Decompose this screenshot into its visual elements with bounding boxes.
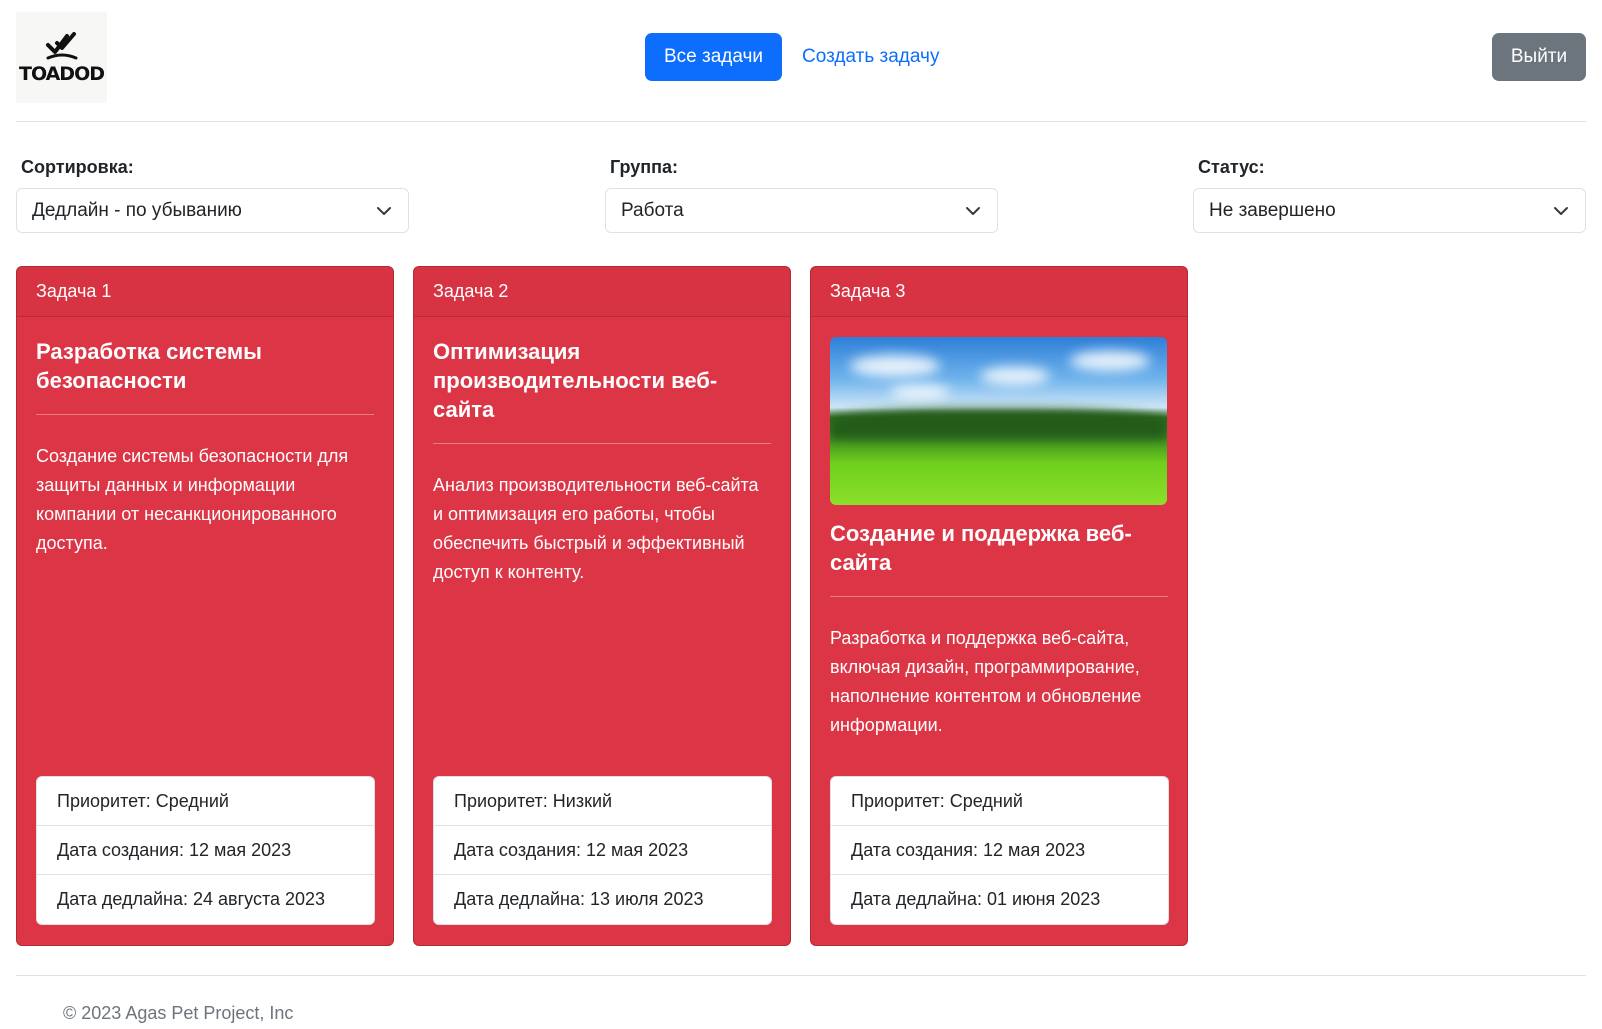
card-header: Задача 3 [811,267,1187,317]
task-image [830,337,1167,505]
deadline-item: Дата дедлайна: 13 июля 2023 [454,889,704,909]
chevron-down-icon [377,206,391,215]
card-body: Оптимизация производительности веб-сайта… [414,317,790,587]
group-select[interactable]: Работа [605,188,998,233]
card-header: Задача 2 [414,267,790,317]
task-card[interactable]: Задача 1 Разработка системы безопасности… [16,266,394,946]
footer-divider [16,975,1586,976]
card-details-list: Приоритет: Средний Дата создания: 12 мая… [830,776,1169,925]
chevron-down-icon [966,206,980,215]
card-description: Разработка и поддержка веб-сайта, включа… [830,628,1142,735]
card-header: Задача 1 [17,267,393,317]
card-details-list: Приоритет: Низкий Дата создания: 12 мая … [433,776,772,925]
status-filter: Статус: Не завершено [1193,155,1586,233]
main-nav: Все задачи Создать задачу [645,33,939,81]
deadline-item: Дата дедлайна: 24 августа 2023 [57,889,326,909]
priority-item: Приоритет: Низкий [434,777,771,826]
status-select-value: Не завершено [1209,199,1336,221]
logo[interactable]: TOADOD [16,12,107,103]
card-description: Создание системы безопасности для защиты… [36,446,349,553]
priority-item: Приоритет: Средний [831,777,1168,826]
card-details-list: Приоритет: Средний Дата создания: 12 мая… [36,776,375,925]
group-select-value: Работа [621,199,684,221]
sort-label: Сортировка: [21,157,134,177]
logo-text: TOADOD [18,62,105,85]
card-title: Создание и поддержка веб-сайта [830,521,1132,575]
created-date-item: Дата создания: 12 мая 2023 [37,826,374,875]
create-task-link[interactable]: Создать задачу [802,46,939,68]
sort-filter: Сортировка: Дедлайн - по убыванию [16,155,409,233]
task-card[interactable]: Задача 3 Создание и поддержка веб-сайта … [810,266,1188,946]
all-tasks-button[interactable]: Все задачи [645,33,783,81]
status-select[interactable]: Не завершено [1193,188,1586,233]
card-divider [36,414,374,415]
footer-copyright: © 2023 Agas Pet Project, Inc [63,1003,294,1023]
sort-select-value: Дедлайн - по убыванию [32,199,242,221]
chevron-down-icon [1554,206,1568,215]
group-label: Группа: [610,157,679,177]
card-title: Оптимизация производительности веб-сайта [433,339,718,422]
status-label: Статус: [1198,157,1265,177]
card-title: Разработка системы безопасности [36,339,262,393]
deadline-item: Дата дедлайна: 01 июня 2023 [851,889,1101,909]
card-description: Анализ производительности веб-сайта и оп… [433,475,759,582]
card-divider [433,443,771,444]
card-body: Разработка системы безопасности Создание… [17,317,393,558]
card-divider [830,596,1168,597]
logout-button[interactable]: Выйти [1492,33,1586,81]
group-filter: Группа: Работа [605,155,998,233]
created-date-item: Дата создания: 12 мая 2023 [434,826,771,875]
priority-item: Приоритет: Средний [37,777,374,826]
sort-select[interactable]: Дедлайн - по убыванию [16,188,409,233]
checkmark-logo-icon [45,31,77,59]
card-body: Создание и поддержка веб-сайта Разработк… [811,317,1187,740]
task-card[interactable]: Задача 2 Оптимизация производительности … [413,266,791,946]
header: TOADOD Все задачи Создать задачу Выйти [16,12,1586,122]
created-date-item: Дата создания: 12 мая 2023 [831,826,1168,875]
header-divider [16,121,1586,122]
